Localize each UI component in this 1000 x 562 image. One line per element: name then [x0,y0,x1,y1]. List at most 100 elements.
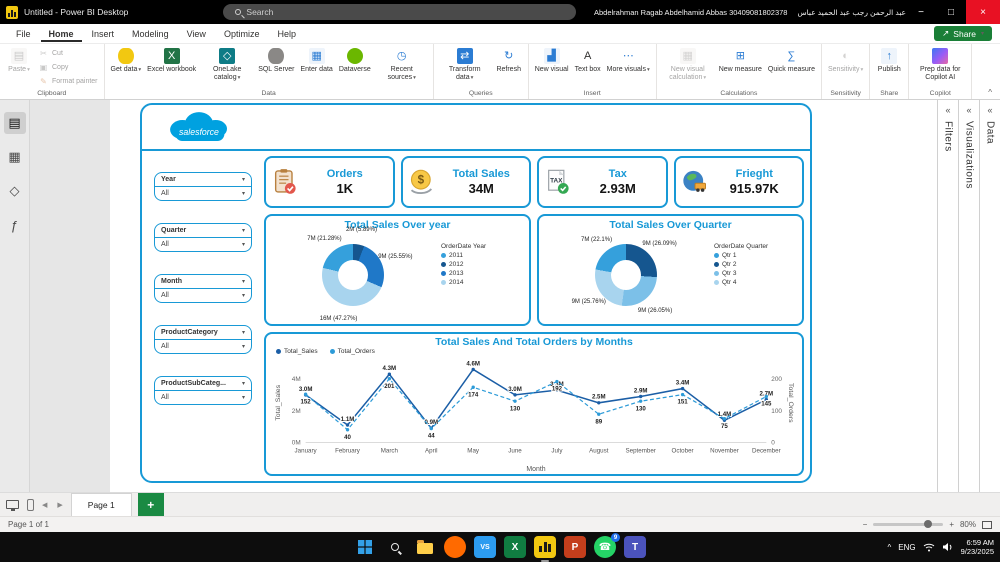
prep-data-for-copilot-ai-button[interactable]: Prep data for Copilot AI [912,46,968,83]
start-icon[interactable] [354,536,376,558]
model-view-icon[interactable]: ◇ [4,180,26,202]
text-box-button[interactable]: A Text box [572,46,604,76]
pane-filters[interactable]: « Filters [937,100,958,492]
excel-icon[interactable]: X [504,536,526,558]
file-explorer-icon[interactable] [414,536,436,558]
recent-sources-button[interactable]: ◷ Recent sources▾ [374,46,430,83]
powerpoint-icon[interactable]: P [564,536,586,558]
wifi-icon[interactable] [923,543,935,552]
legend-item-total-orders[interactable]: Total_Orders [329,348,375,355]
global-search-input[interactable]: Search [223,4,576,20]
legend-item-2012[interactable]: 2012 [441,261,525,268]
zoom-in-button[interactable]: + [949,520,954,529]
page-tab-page-1[interactable]: Page 1 [70,492,132,517]
teams-icon[interactable]: T [624,536,646,558]
tray-chevron-up-icon[interactable]: ^ [888,543,892,552]
page-nav-right-icon[interactable]: ▶ [55,501,64,509]
kpi-tax[interactable]: TAX Tax 2.93M [537,156,668,208]
language-indicator[interactable]: ENG [898,543,915,552]
expand-pane-icon[interactable]: « [945,105,950,115]
expand-pane-icon[interactable]: « [987,105,992,115]
visual-total-sales-over-quarter[interactable]: Total Sales Over Quarter 9M (26.09%) 9M (2… [537,214,804,326]
donut-chart[interactable] [595,244,657,306]
data-label: 9M (26.09%) [642,240,677,247]
more-visuals-button[interactable]: ⋯ More visuals▾ [604,46,653,76]
slicer-quarter[interactable]: Quarter ▾ All ▾ [154,223,252,252]
legend-item-qtr-2[interactable]: Qtr 2 [714,261,798,268]
slicer-dropdown[interactable]: All ▾ [155,186,251,200]
line-chart[interactable]: 0M 2M 4M 0 100 200 January February March April Ma… [272,355,796,473]
whatsapp-icon[interactable]: ☎ 9 [594,533,620,558]
pane-data[interactable]: « Data [979,100,1000,492]
clock[interactable]: 6:59 AM 9/23/2025 [961,538,994,556]
slicer-dropdown[interactable]: All ▾ [155,288,251,302]
menu-optimize[interactable]: Optimize [216,26,268,42]
slicer-productsubcateg[interactable]: ProductSubCateg... ▾ All ▾ [154,376,252,405]
cut-button: ✂ Cut [35,47,101,60]
slicer-dropdown[interactable]: All ▾ [155,339,251,353]
donut-chart[interactable] [322,244,384,306]
visual-total-sales-and-total-orders-by-months[interactable]: Total Sales And Total Orders by Months T… [264,332,804,476]
kpi-total-sales[interactable]: $ Total Sales 34M [400,156,531,208]
account-info[interactable]: Abdelrahman Ragab Abdelhamid Abbas 30409… [594,8,906,17]
new-visual-button[interactable]: ▟ New visual [532,46,572,76]
firefox-icon[interactable] [444,536,466,558]
new-measure-button[interactable]: ⊞ New measure [716,46,765,76]
legend-item-total-sales[interactable]: Total_Sales [276,348,318,355]
minimize-button[interactable]: − [906,0,936,24]
vscode-icon[interactable]: VS [474,536,496,558]
zoom-slider[interactable] [873,520,944,528]
dataverse-button[interactable]: Dataverse [336,46,374,76]
zoom-level[interactable]: 80% [960,520,976,529]
close-button[interactable]: × [966,0,1000,24]
slicer-productcategory[interactable]: ProductCategory ▾ All ▾ [154,325,252,354]
kpi-frieght[interactable]: Frieght 915.97K [673,156,804,208]
desktop-layout-icon[interactable] [6,500,19,511]
expand-pane-icon[interactable]: « [966,105,971,115]
kpi-orders[interactable]: Orders 1K [264,156,395,208]
onelake-catalog-button[interactable]: ◇ OneLake catalog▾ [199,46,255,83]
collapse-ribbon-button[interactable]: ^ [988,88,992,97]
menu-insert[interactable]: Insert [84,26,123,42]
sql-server-button[interactable]: SQL Server [255,46,297,76]
legend-item-2013[interactable]: 2013 [441,270,525,277]
add-page-button[interactable]: + [137,492,164,517]
volume-icon[interactable] [942,542,954,552]
menu-view[interactable]: View [179,26,214,42]
zoom-out-button[interactable]: − [863,520,868,529]
mobile-layout-icon[interactable] [27,498,34,511]
refresh-button[interactable]: ↻ Refresh [493,46,525,76]
legend-item-qtr-1[interactable]: Qtr 1 [714,252,798,259]
quick-measure-button[interactable]: ∑ Quick measure [765,46,818,76]
report-page[interactable]: salesforce Year ▾ All ▾ Quarter ▾ All ▾ Month ▾ Al… [110,100,937,492]
table-view-icon[interactable]: ▦ [4,146,26,168]
visual-total-sales-over-year[interactable]: Total Sales Over year 2M (5.89%) 9M (25.55… [264,214,531,326]
share-button[interactable]: ↗ Share ▾ [934,26,992,41]
menu-file[interactable]: File [8,26,39,42]
menu-home[interactable]: Home [41,26,82,42]
excel-workbook-button[interactable]: X Excel workbook [144,46,199,76]
zoom-slider-thumb[interactable] [923,520,932,528]
publish-button[interactable]: ↑ Publish [873,46,905,76]
fit-to-page-icon[interactable] [982,520,992,529]
transform-data-button[interactable]: ⇄ Transform data▾ [437,46,493,83]
search-icon[interactable] [384,536,406,558]
slicer-year[interactable]: Year ▾ All ▾ [154,172,252,201]
slicer-dropdown[interactable]: All ▾ [155,237,251,251]
legend-item-qtr-3[interactable]: Qtr 3 [714,270,798,277]
dax-query-view-icon[interactable]: ƒ [4,214,26,236]
legend-item-2011[interactable]: 2011 [441,252,525,259]
page-nav-left-icon[interactable]: ◀ [40,501,49,509]
get-data-button[interactable]: Get data▾ [108,46,145,76]
menu-modeling[interactable]: Modeling [124,26,177,42]
pane-visualizations[interactable]: « Visualizations [958,100,979,492]
slicer-dropdown[interactable]: All ▾ [155,390,251,404]
slicer-month[interactable]: Month ▾ All ▾ [154,274,252,303]
powerbi-icon[interactable] [534,536,556,562]
legend-item-2014[interactable]: 2014 [441,279,525,286]
maximize-button[interactable]: □ [936,0,966,24]
report-view-icon[interactable]: ▤ [3,112,26,134]
menu-help[interactable]: Help [269,26,304,42]
legend-item-qtr-4[interactable]: Qtr 4 [714,279,798,286]
enter-data-button[interactable]: ▦ Enter data [298,46,336,76]
